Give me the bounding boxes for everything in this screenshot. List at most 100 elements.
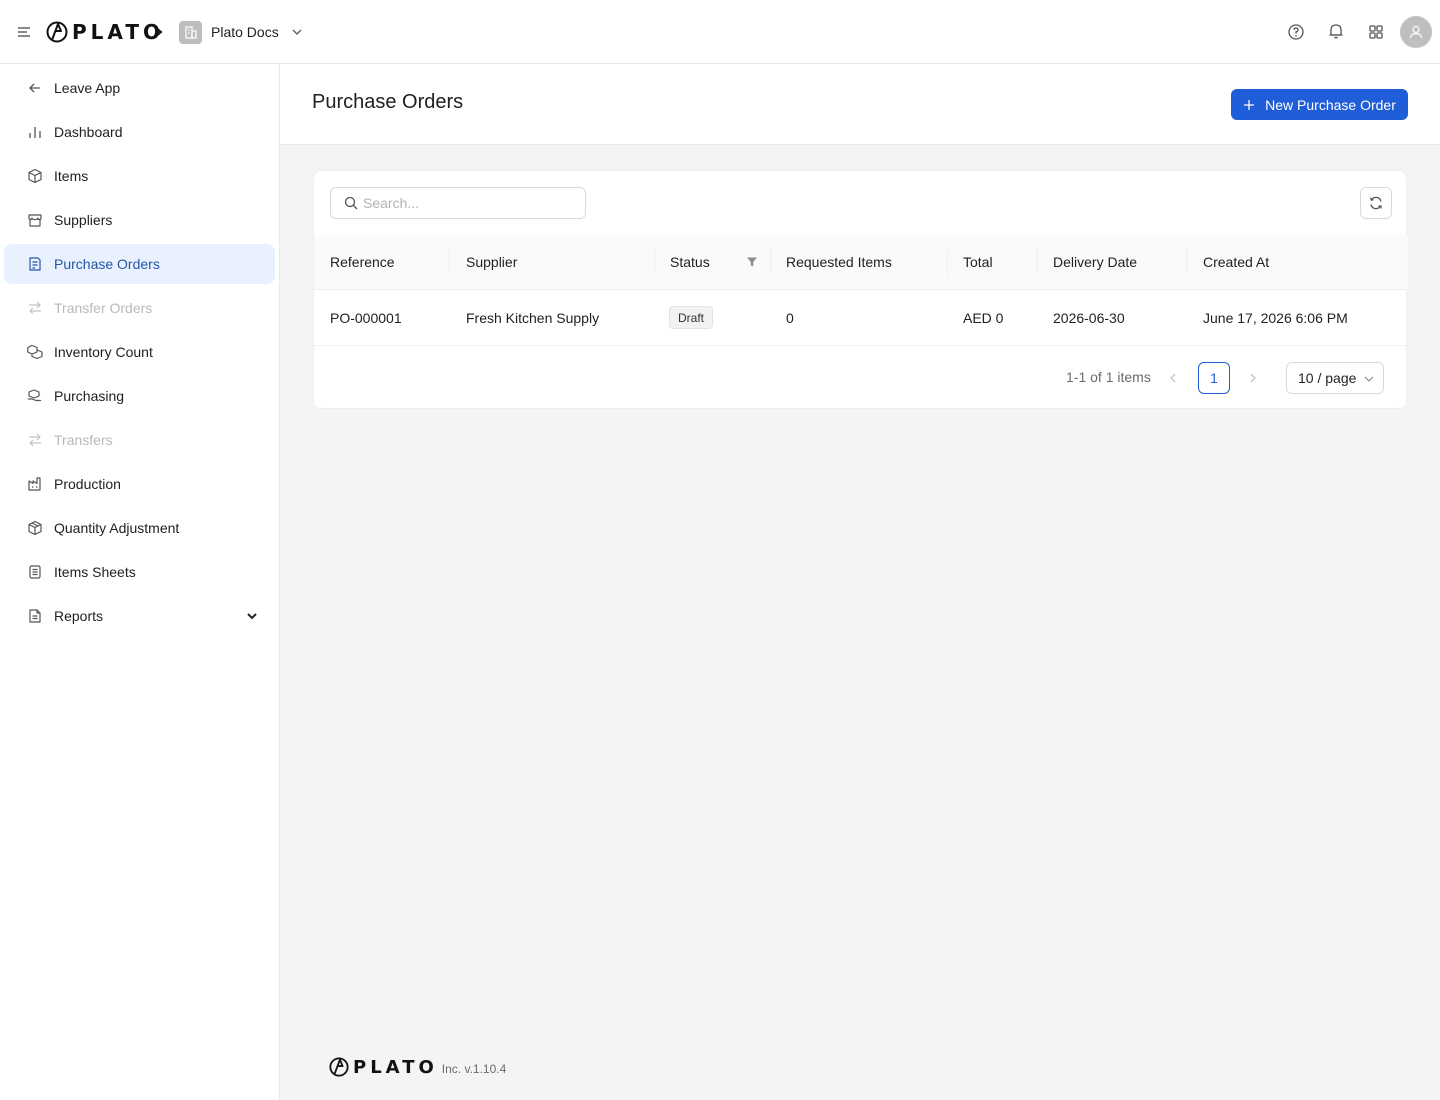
hand-box-icon xyxy=(28,389,41,402)
column-header-reference[interactable]: Reference xyxy=(330,235,395,290)
refresh-icon xyxy=(1370,196,1382,210)
column-divider xyxy=(947,249,948,275)
plato-logo-mark-icon xyxy=(329,1057,349,1077)
sidebar-item-purchase-orders[interactable]: Purchase Orders xyxy=(4,244,275,284)
footer-logo-text: PLATO xyxy=(353,1056,438,1078)
cell-delivery-date: 2026-06-30 xyxy=(1053,310,1125,326)
chevron-left-icon[interactable] xyxy=(1166,371,1180,385)
column-header-supplier[interactable]: Supplier xyxy=(466,235,517,290)
column-divider xyxy=(1186,249,1187,275)
refresh-button[interactable] xyxy=(1360,187,1392,219)
column-header-status[interactable]: Status xyxy=(670,235,710,290)
arrow-left-icon xyxy=(29,83,40,93)
sidebar: Leave App Dashboard Items Suppliers Purc… xyxy=(0,64,280,1100)
column-divider xyxy=(654,249,655,275)
order-doc-icon xyxy=(29,257,41,271)
page-title: Purchase Orders xyxy=(312,91,464,113)
search-input[interactable] xyxy=(363,195,563,211)
sidebar-item-label: Items Sheets xyxy=(54,564,136,580)
column-header-created-at[interactable]: Created At xyxy=(1203,235,1269,290)
cell-requested-items: 0 xyxy=(786,310,794,326)
column-divider xyxy=(449,249,450,275)
page-size-value: 10 / page xyxy=(1298,370,1357,386)
sidebar-item-reports[interactable]: Reports xyxy=(4,596,275,636)
report-icon xyxy=(29,609,41,623)
footer-version: Inc. v.1.10.4 xyxy=(441,1062,507,1076)
column-header-total[interactable]: Total xyxy=(963,235,993,290)
store-icon xyxy=(28,214,42,227)
sidebar-item-label: Production xyxy=(54,476,121,492)
sidebar-item-dashboard[interactable]: Dashboard xyxy=(4,112,275,152)
box-adjust-icon xyxy=(28,520,42,536)
chevron-right-icon xyxy=(154,26,163,38)
top-bar: PLATO Plato Docs xyxy=(0,0,1440,64)
chevron-down-icon xyxy=(292,29,302,35)
factory-icon xyxy=(28,477,41,491)
workspace-name: Plato Docs xyxy=(211,24,279,40)
purchase-orders-card: Reference Supplier Status Requested Item… xyxy=(313,170,1408,410)
sidebar-item-label: Transfers xyxy=(54,432,113,448)
sidebar-item-purchasing[interactable]: Purchasing xyxy=(4,376,275,416)
workspace-switcher[interactable]: Plato Docs xyxy=(179,20,303,44)
sidebar-item-label: Leave App xyxy=(54,80,121,96)
chevron-down-icon[interactable] xyxy=(246,610,258,622)
sidebar-item-inventory-count[interactable]: Inventory Count xyxy=(4,332,275,372)
user-icon xyxy=(1409,25,1423,39)
boxes-icon xyxy=(27,344,43,360)
table-row[interactable]: PO-000001 Fresh Kitchen Supply Draft 0 A… xyxy=(314,290,1408,346)
menu-collapse-icon[interactable] xyxy=(16,24,32,40)
building-icon xyxy=(179,20,202,44)
cell-supplier: Fresh Kitchen Supply xyxy=(466,310,600,326)
cell-total: AED 0 xyxy=(963,310,1004,326)
sidebar-item-label: Inventory Count xyxy=(54,344,153,360)
sidebar-item-leave-app[interactable]: Leave App xyxy=(4,68,275,108)
chevron-right-icon[interactable] xyxy=(1246,371,1260,385)
column-header-requested-items[interactable]: Requested Items xyxy=(786,235,892,290)
box-icon xyxy=(28,168,42,184)
pagination-total: 1-1 of 1 items xyxy=(1066,369,1151,385)
sidebar-item-label: Quantity Adjustment xyxy=(54,520,180,536)
sidebar-item-label: Items xyxy=(54,168,89,184)
search-icon xyxy=(344,196,358,210)
sheet-icon xyxy=(29,565,41,579)
transfer-icon xyxy=(29,433,41,447)
pagination: 1-1 of 1 items 1 10 / page xyxy=(314,346,1408,410)
footer: PLATO Inc. v.1.10.4 xyxy=(329,1055,506,1079)
column-divider xyxy=(770,249,771,275)
status-badge: Draft xyxy=(669,306,714,329)
sidebar-item-items[interactable]: Items xyxy=(4,156,275,196)
plato-logo[interactable]: PLATO xyxy=(46,20,164,44)
sidebar-item-label: Purchase Orders xyxy=(54,256,160,272)
sidebar-item-label: Dashboard xyxy=(54,124,123,140)
cell-created-at: June 17, 2026 6:06 PM xyxy=(1203,310,1348,326)
sidebar-item-quantity-adjustment[interactable]: Quantity Adjustment xyxy=(4,508,275,548)
bell-icon[interactable] xyxy=(1326,21,1346,41)
filter-icon[interactable] xyxy=(746,256,758,268)
sidebar-item-suppliers[interactable]: Suppliers xyxy=(4,200,275,240)
sidebar-item-items-sheets[interactable]: Items Sheets xyxy=(4,552,275,592)
sidebar-item-label: Purchasing xyxy=(54,388,125,404)
plus-icon xyxy=(1244,99,1255,110)
help-icon[interactable] xyxy=(1286,22,1306,42)
new-purchase-order-label: New Purchase Order xyxy=(1265,96,1396,113)
transfer-icon xyxy=(29,301,41,315)
page-header: Purchase Orders New Purchase Order xyxy=(280,64,1440,145)
cell-reference[interactable]: PO-000001 xyxy=(330,290,402,346)
chevron-down-icon xyxy=(1364,376,1374,382)
new-purchase-order-button[interactable]: New Purchase Order xyxy=(1231,89,1408,120)
column-divider xyxy=(1037,249,1038,275)
column-header-delivery-date[interactable]: Delivery Date xyxy=(1053,235,1137,290)
bar-chart-icon xyxy=(29,127,41,138)
sidebar-item-production[interactable]: Production xyxy=(4,464,275,504)
plato-logo-mark-icon xyxy=(46,21,68,43)
pagination-page-current[interactable]: 1 xyxy=(1198,362,1230,394)
search-box[interactable] xyxy=(330,187,586,219)
sidebar-item-transfers[interactable]: Transfers xyxy=(4,420,275,460)
page-size-select[interactable]: 10 / page xyxy=(1286,362,1384,394)
apps-grid-icon[interactable] xyxy=(1366,22,1386,42)
table-header: Reference Supplier Status Requested Item… xyxy=(314,235,1408,290)
sidebar-item-label: Transfer Orders xyxy=(54,300,153,316)
sidebar-item-transfer-orders[interactable]: Transfer Orders xyxy=(4,288,275,328)
user-avatar[interactable] xyxy=(1400,16,1432,48)
sidebar-item-label: Suppliers xyxy=(54,212,113,228)
